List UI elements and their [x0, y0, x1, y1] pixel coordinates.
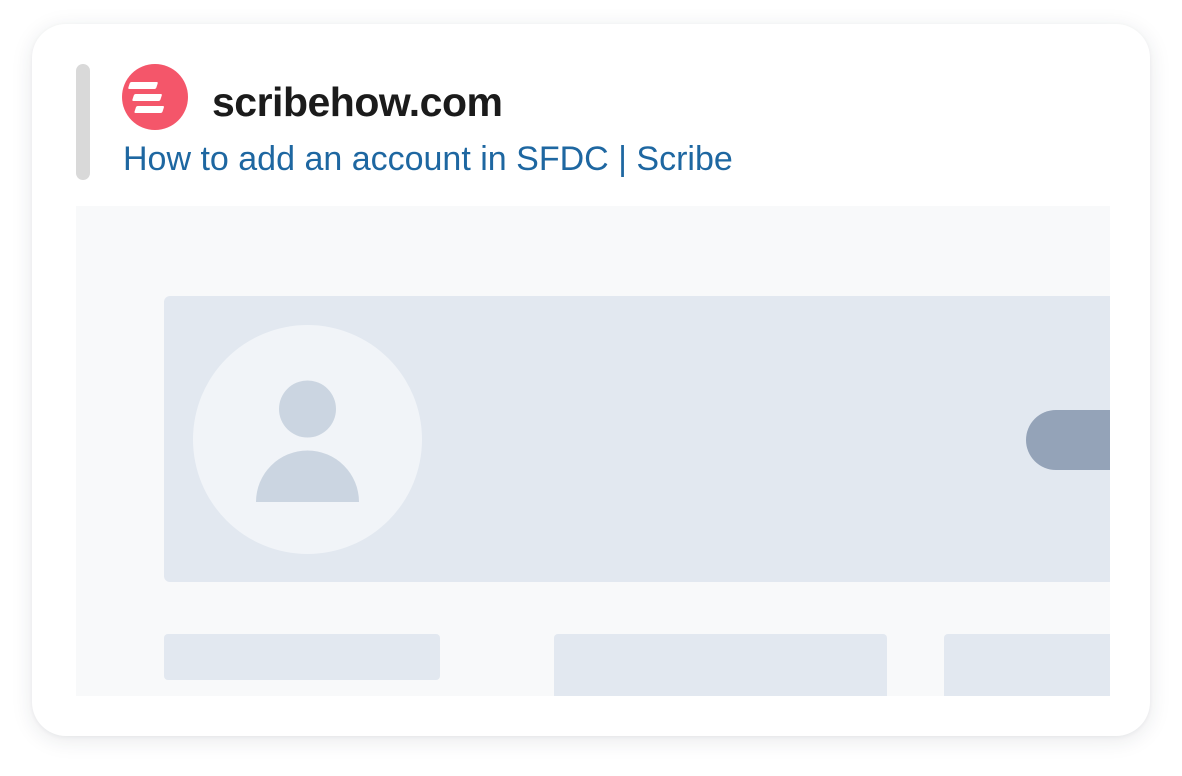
action-button-placeholder	[1026, 410, 1110, 470]
preview-thumbnail[interactable]	[76, 206, 1110, 696]
scribe-logo-icon	[122, 64, 188, 130]
content-placeholder	[554, 634, 887, 696]
content-placeholder	[944, 634, 1110, 696]
content-placeholder	[164, 634, 440, 680]
profile-header-placeholder	[164, 296, 1110, 582]
user-avatar-icon	[193, 325, 422, 554]
site-name: scribehow.com	[212, 79, 503, 125]
quote-accent-bar	[76, 64, 90, 180]
page-title-link[interactable]: How to add an account in SFDC | Scribe	[123, 138, 733, 180]
